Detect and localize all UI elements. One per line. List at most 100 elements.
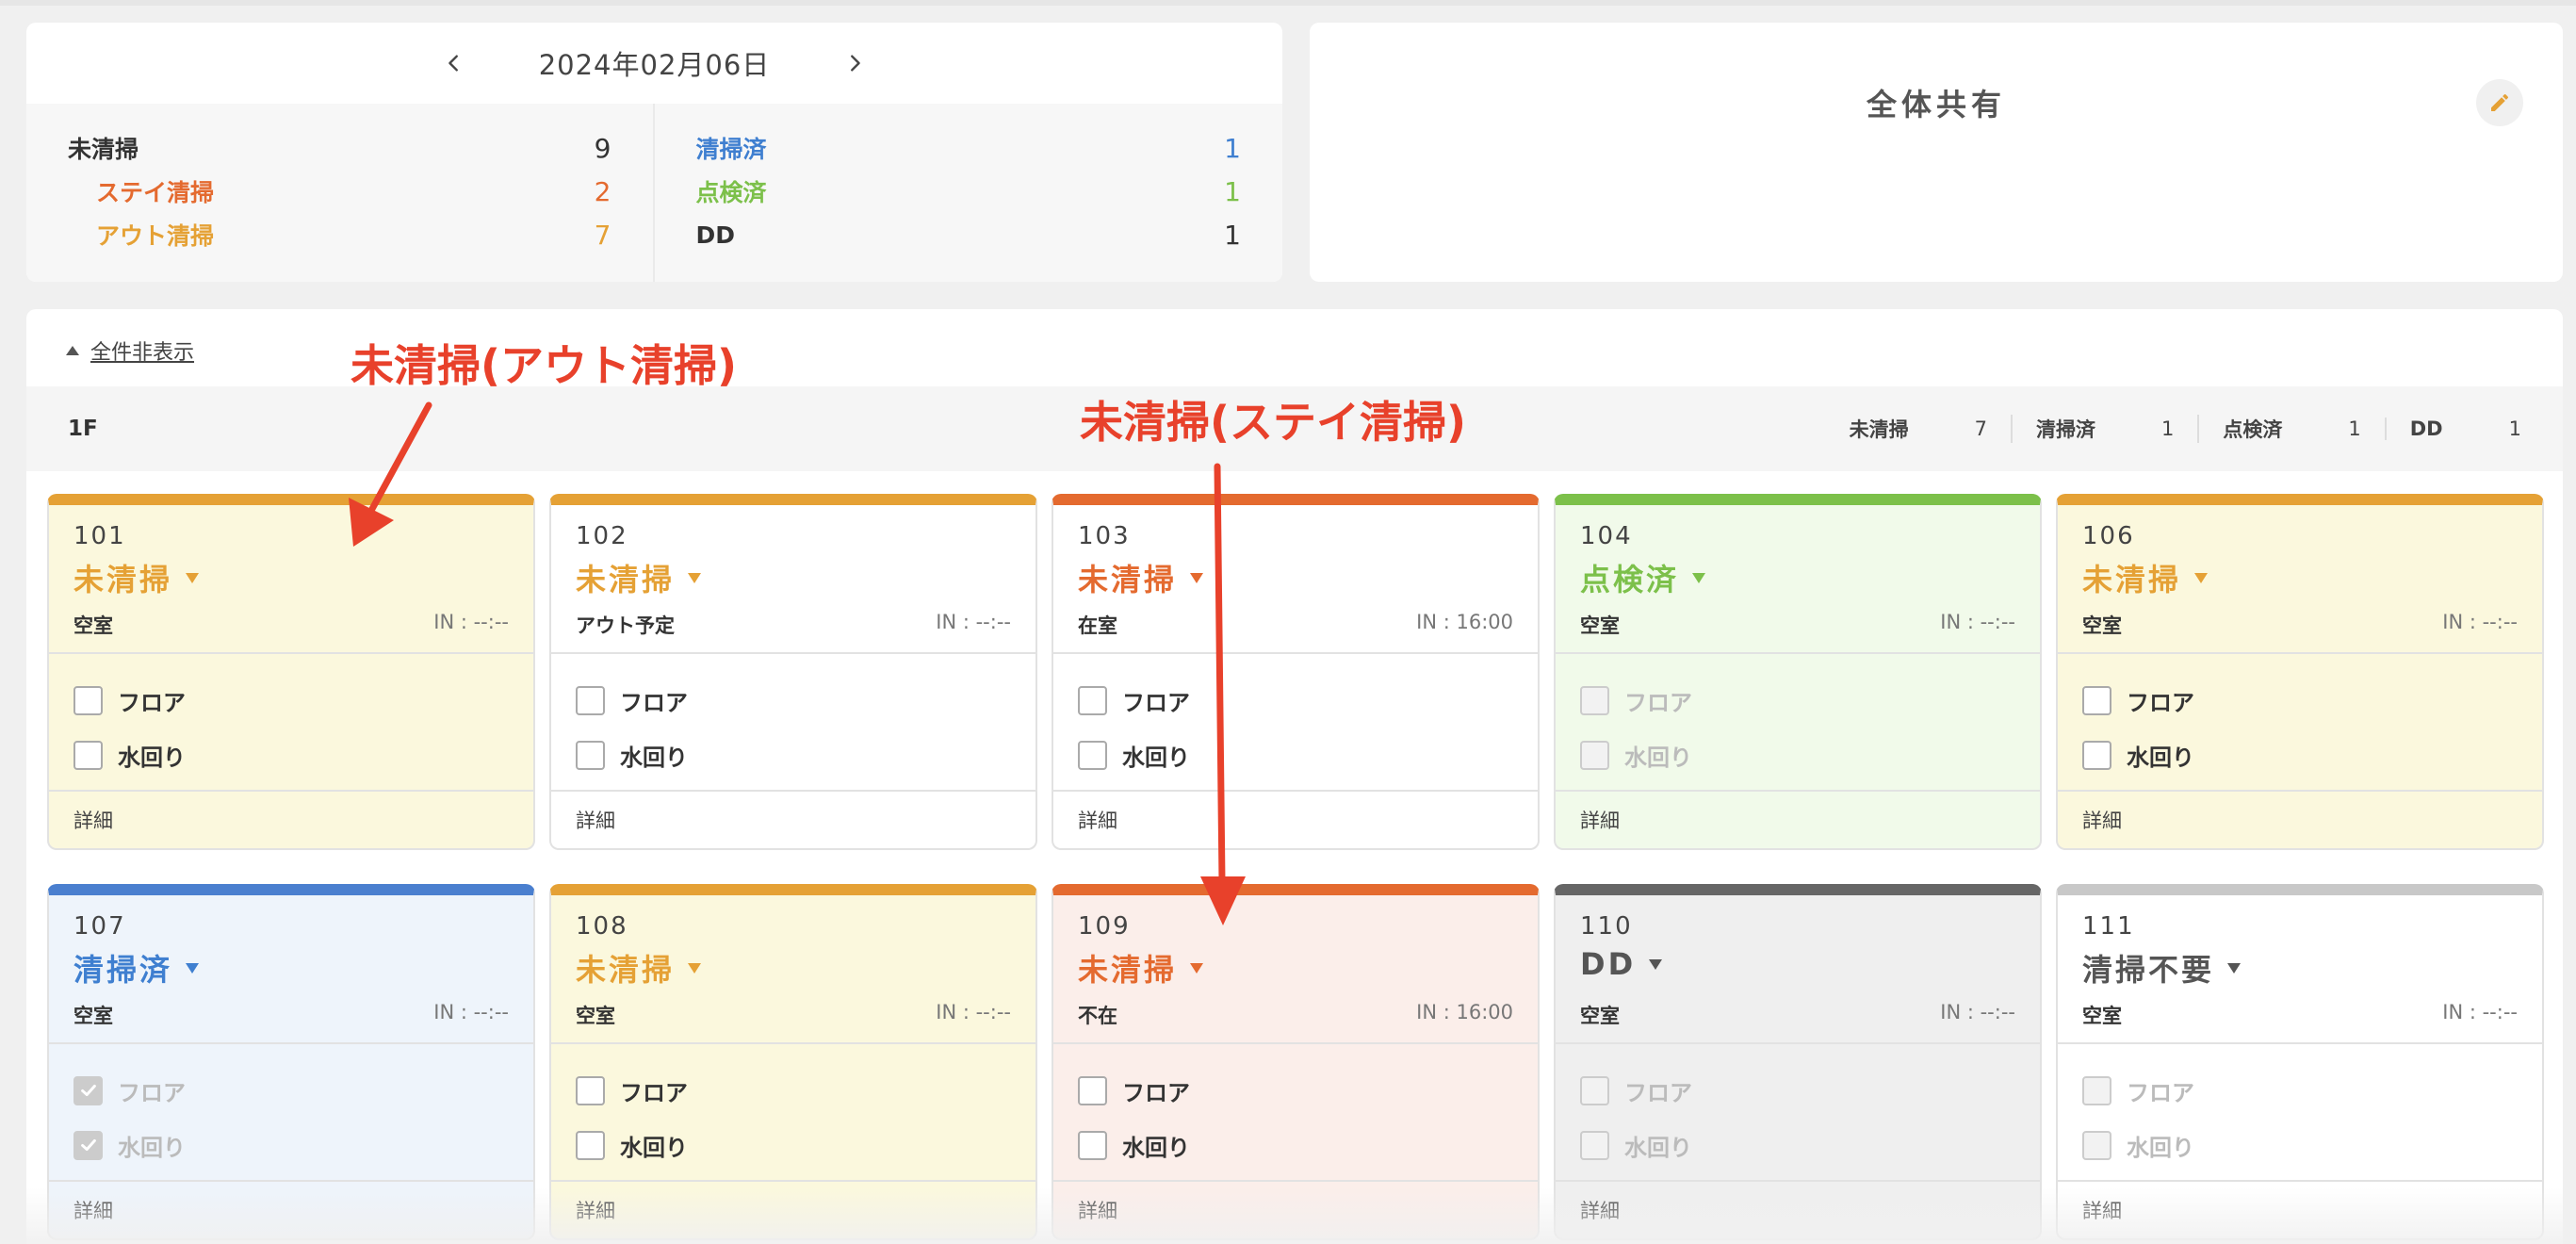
room-status-dropdown[interactable]: 未清掃 [2082, 556, 2518, 599]
room-status-dropdown[interactable]: 未清掃 [73, 556, 509, 599]
room-card-header: 106 未清掃 空室 IN : --:-- [2058, 505, 2542, 654]
caret-down-icon [2194, 572, 2209, 583]
room-status-dropdown[interactable]: 未清掃 [576, 946, 1011, 990]
floor-checkbox[interactable] [1078, 685, 1107, 715]
room-occupancy: 空室 [1580, 1005, 1620, 1027]
water-checkbox-row[interactable]: 水回り [1078, 1118, 1513, 1172]
room-detail-link[interactable]: 詳細 [1556, 1182, 2040, 1238]
floor-checkbox[interactable] [2082, 685, 2111, 715]
floor-checkbox-row[interactable]: フロア [1078, 673, 1513, 728]
room-status-label: 未清掃 [576, 562, 676, 597]
room-number: 109 [1078, 912, 1131, 941]
floor-stat-label: 点検済 [2223, 418, 2283, 441]
water-checkbox-row[interactable]: 水回り [73, 728, 509, 782]
water-checkbox-row[interactable]: 水回り [576, 728, 1011, 782]
room-checkin-time: IN : 16:00 [1416, 1001, 1513, 1023]
floor-checkbox-label: フロア [1624, 1079, 1692, 1106]
water-checkbox-row[interactable]: 水回り [576, 1118, 1011, 1172]
room-status-dropdown[interactable]: 未清掃 [1078, 946, 1513, 990]
room-status-dropdown[interactable]: DD [1580, 946, 2015, 982]
floor-checkbox-label: フロア [620, 1079, 688, 1106]
floor-checkbox[interactable] [73, 685, 103, 715]
summary-stat-label: DD [695, 221, 736, 249]
room-card: 110 DD 空室 IN : --:-- フロア 水回り 詳細 [1554, 884, 2042, 1240]
water-checkbox[interactable] [576, 740, 605, 770]
collapse-all-toggle[interactable]: 全件非表示 [66, 336, 194, 366]
room-checkin-time: IN : --:-- [2442, 1001, 2518, 1023]
room-detail-link[interactable]: 詳細 [49, 792, 533, 848]
floor-checkbox [2082, 1075, 2111, 1105]
room-detail-link[interactable]: 詳細 [1053, 792, 1538, 848]
floor-checkbox-label: フロア [1624, 689, 1692, 716]
floor-stat-value: 1 [2508, 417, 2521, 440]
room-status-dropdown[interactable]: 清掃不要 [2082, 946, 2518, 990]
summary-stat-value: 9 [594, 132, 611, 164]
room-status-label: 未清掃 [73, 562, 173, 597]
summary-stat-value: 1 [1224, 175, 1241, 207]
floor-checkbox-row: フロア [1580, 673, 2015, 728]
collapse-all-label: 全件非表示 [90, 341, 195, 365]
room-occupancy: 在室 [1078, 614, 1117, 637]
room-checklist: フロア 水回り [1556, 654, 2040, 792]
room-card: 111 清掃不要 空室 IN : --:-- フロア 水回り 詳細 [2056, 884, 2544, 1240]
room-number: 102 [576, 522, 628, 550]
floor-stat-label: 清掃済 [2036, 418, 2095, 441]
floor-stat-value: 1 [2348, 417, 2361, 440]
floor-checkbox[interactable] [1078, 1075, 1107, 1105]
floor-checkbox-row[interactable]: フロア [1078, 1063, 1513, 1118]
room-detail-label: 詳細 [1580, 1200, 1620, 1222]
room-status-dropdown[interactable]: 未清掃 [1078, 556, 1513, 599]
water-checkbox-label: 水回り [620, 744, 688, 771]
floor-checkbox-label: フロア [620, 689, 688, 716]
water-checkbox[interactable] [1078, 1130, 1107, 1160]
room-detail-label: 詳細 [1580, 810, 1620, 832]
caret-down-icon [2227, 962, 2242, 974]
room-checklist: フロア 水回り [49, 1044, 533, 1182]
summary-stat-row: DD 1 [696, 213, 1242, 256]
water-checkbox-row: 水回り [73, 1118, 509, 1172]
pencil-icon [2491, 93, 2509, 111]
floor-checkbox[interactable] [576, 685, 605, 715]
room-checkin-time: IN : --:-- [433, 611, 509, 633]
room-detail-link[interactable]: 詳細 [551, 1182, 1035, 1238]
floor-checkbox-label: フロア [118, 689, 186, 716]
room-detail-link[interactable]: 詳細 [1053, 1182, 1538, 1238]
room-detail-link[interactable]: 詳細 [49, 1182, 533, 1238]
room-detail-link[interactable]: 詳細 [1556, 792, 2040, 848]
caret-down-icon [688, 572, 702, 583]
summary-stat-value: 7 [594, 219, 611, 251]
floor-checkbox-row[interactable]: フロア [576, 673, 1011, 728]
edit-shared-notes-button[interactable] [2476, 79, 2523, 126]
water-checkbox-row[interactable]: 水回り [2082, 728, 2518, 782]
room-detail-link[interactable]: 詳細 [551, 792, 1035, 848]
summary-stat-label: 未清掃 [68, 136, 139, 163]
room-status-dropdown[interactable]: 点検済 [1580, 556, 2015, 599]
water-checkbox-row[interactable]: 水回り [1078, 728, 1513, 782]
floor-checkbox-row[interactable]: フロア [73, 673, 509, 728]
room-status-dropdown[interactable]: 清掃済 [73, 946, 509, 990]
next-date-button[interactable] [836, 44, 873, 82]
room-checklist: フロア 水回り [1053, 1044, 1538, 1182]
floor-stat: 未清掃 7 [1826, 415, 2011, 443]
summary-stat-label: 清掃済 [695, 136, 767, 163]
floor-checkbox-row[interactable]: フロア [576, 1063, 1011, 1118]
water-checkbox[interactable] [576, 1130, 605, 1160]
shared-notes-title: 全体共有 [1866, 87, 2006, 123]
water-checkbox[interactable] [1078, 740, 1107, 770]
water-checkbox[interactable] [2082, 740, 2111, 770]
water-checkbox-label: 水回り [2127, 1134, 2194, 1161]
caret-down-icon [688, 962, 702, 974]
room-detail-link[interactable]: 詳細 [2058, 792, 2542, 848]
room-detail-link[interactable]: 詳細 [2058, 1182, 2542, 1238]
water-checkbox-label: 水回り [118, 1134, 186, 1161]
floor-checkbox-row[interactable]: フロア [2082, 673, 2518, 728]
water-checkbox[interactable] [73, 740, 103, 770]
prev-date-button[interactable] [435, 44, 473, 82]
room-number: 111 [2082, 912, 2135, 941]
shared-notes-panel: 全体共有 [1310, 23, 2563, 282]
room-status-dropdown[interactable]: 未清掃 [576, 556, 1011, 599]
floor-checkbox[interactable] [576, 1075, 605, 1105]
room-status-label: 未清掃 [576, 952, 676, 988]
triangle-up-icon [66, 346, 79, 355]
room-checklist: フロア 水回り [2058, 1044, 2542, 1182]
